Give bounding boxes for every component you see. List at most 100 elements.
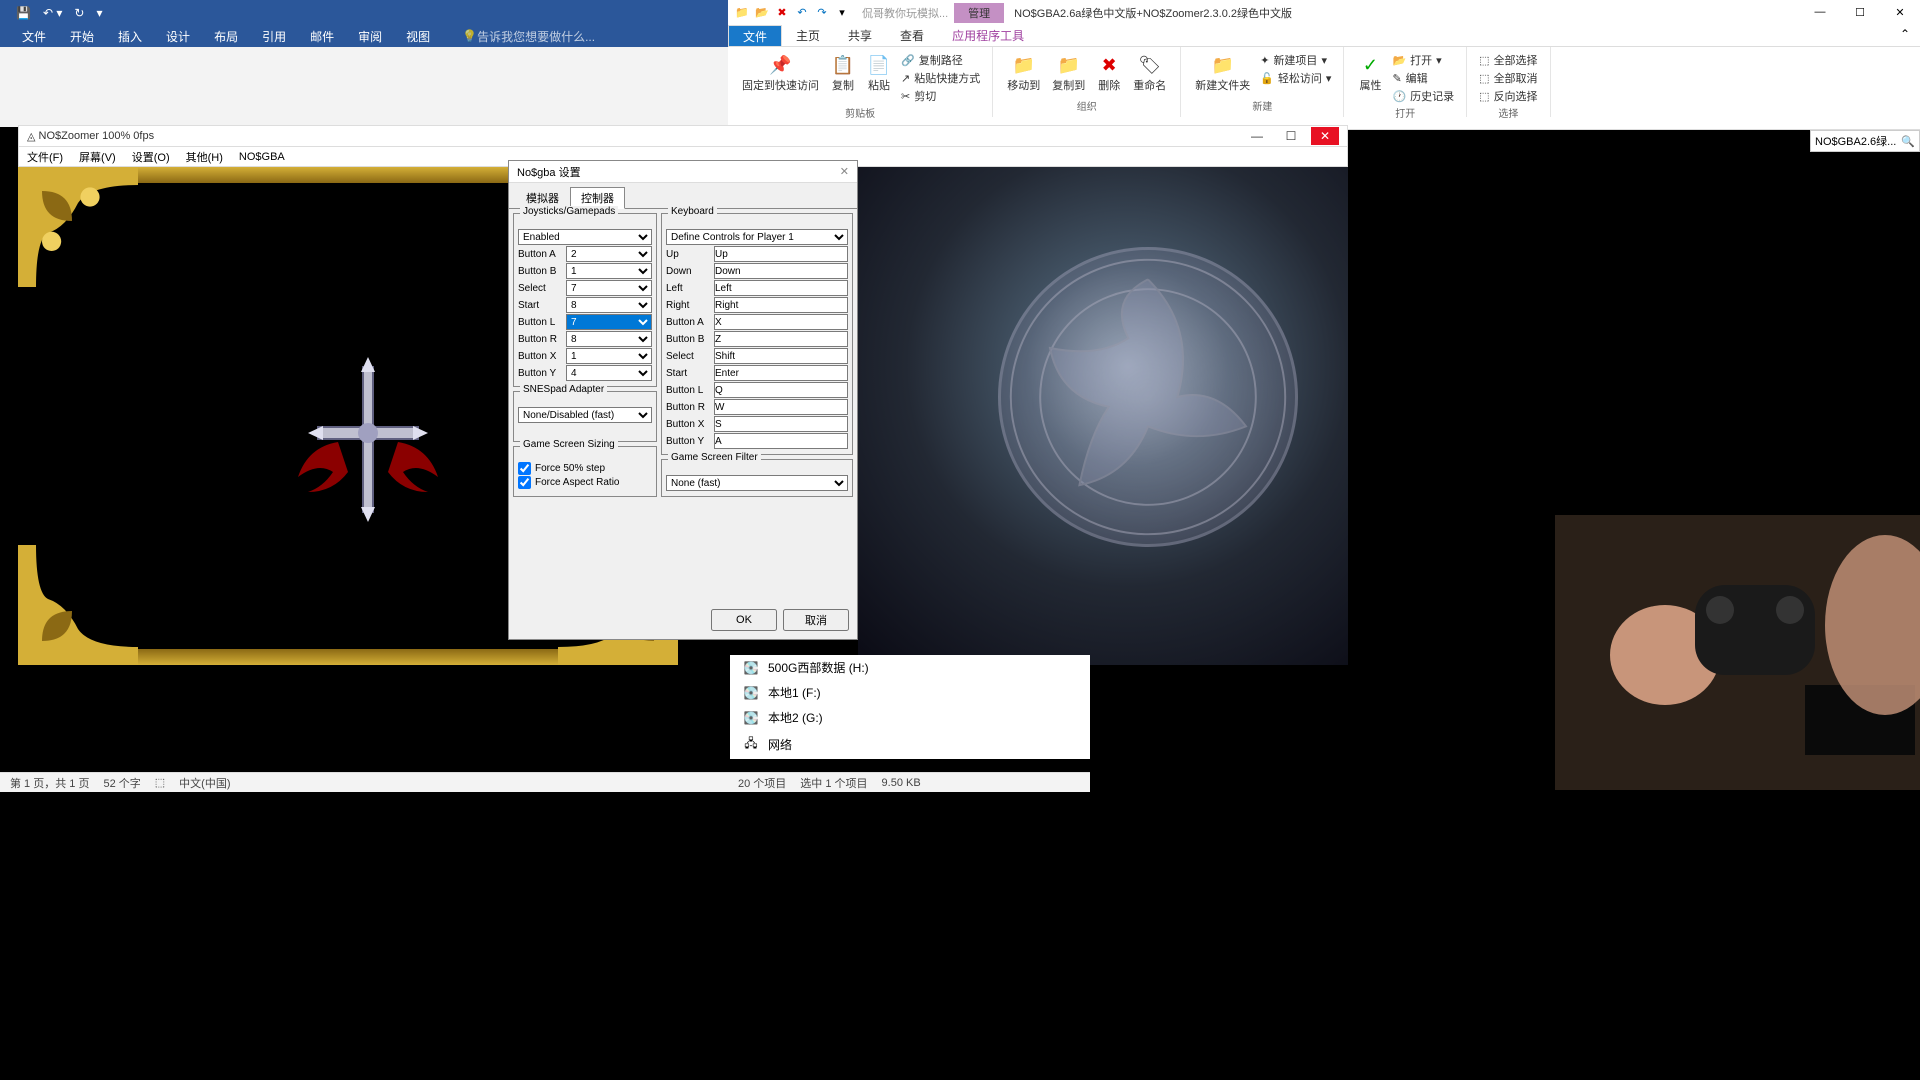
explorer-tab-share[interactable]: 共享 — [834, 25, 886, 46]
rename-button[interactable]: 🏷重命名 — [1127, 51, 1172, 95]
close-button[interactable]: ✕ — [1880, 6, 1920, 19]
kb-input-select[interactable] — [714, 348, 848, 364]
kb-input-a[interactable] — [714, 314, 848, 330]
menu-file[interactable]: 文件(F) — [27, 149, 63, 165]
kb-input-b[interactable] — [714, 331, 848, 347]
joy-select-r[interactable]: 8 — [566, 331, 652, 347]
network-item[interactable]: 🖧网络 — [730, 730, 1090, 759]
joy-select-start[interactable]: 8 — [566, 297, 652, 313]
delete-button[interactable]: ✖删除 — [1091, 51, 1127, 95]
move-to-button[interactable]: 📁移动到 — [1001, 51, 1046, 95]
joy-select-a[interactable]: 2 — [566, 246, 652, 262]
open-button[interactable]: 📂打开 ▾ — [1388, 51, 1458, 69]
drive-item-g[interactable]: 💽本地2 (G:) — [730, 705, 1090, 730]
word-tab-review[interactable]: 审阅 — [358, 28, 382, 45]
kb-input-l[interactable] — [714, 382, 848, 398]
emu-minimize-button[interactable]: — — [1243, 127, 1271, 145]
save-icon[interactable]: 💾 — [16, 6, 31, 20]
kb-input-left[interactable] — [714, 280, 848, 296]
force-aspect-checkbox[interactable] — [518, 476, 531, 489]
undo-icon[interactable]: ↶ ▾ — [43, 6, 62, 20]
drive-item-h[interactable]: 💽500G西部数据 (H:) — [730, 655, 1090, 680]
language-status[interactable]: 中文(中国) — [179, 775, 230, 791]
manage-tab[interactable]: 管理 — [954, 3, 1004, 23]
pin-to-quickaccess-button[interactable]: 📌固定到快速访问 — [736, 51, 825, 105]
copy-to-button[interactable]: 📁复制到 — [1046, 51, 1091, 95]
history-button[interactable]: 🕐历史记录 — [1388, 87, 1458, 105]
joystick-enable-select[interactable]: Enabled — [518, 229, 652, 245]
kb-input-start[interactable] — [714, 365, 848, 381]
maximize-button[interactable]: ☐ — [1840, 6, 1880, 19]
explorer-undo-icon[interactable]: ↶ — [794, 5, 810, 21]
properties-button[interactable]: ✓属性 — [1352, 51, 1388, 105]
word-tab-design[interactable]: 设计 — [166, 28, 190, 45]
tell-me-search[interactable]: 💡 告诉我您想要做什么... — [462, 28, 595, 45]
explorer-redo-icon[interactable]: ↷ — [814, 5, 830, 21]
select-none-button[interactable]: ⬚全部取消 — [1475, 69, 1541, 87]
filter-select[interactable]: None (fast) — [666, 475, 848, 491]
qat-customize-icon[interactable]: ▾ — [96, 6, 102, 20]
joy-select-y[interactable]: 4 — [566, 365, 652, 381]
new-folder-button[interactable]: 📁新建文件夹 — [1189, 51, 1256, 95]
shortcut-icon: ↗ — [901, 72, 910, 85]
new-item-button[interactable]: ✦新建项目 ▾ — [1256, 51, 1335, 69]
word-tab-home[interactable]: 开始 — [70, 28, 94, 45]
snespad-select[interactable]: None/Disabled (fast) — [518, 407, 652, 423]
emu-close-button[interactable]: ✕ — [1311, 127, 1339, 145]
joy-select-l[interactable]: 7 — [566, 314, 652, 330]
paste-button[interactable]: 📄粘贴 — [861, 51, 897, 105]
word-count[interactable]: 52 个字 — [103, 775, 140, 791]
menu-other[interactable]: 其他(H) — [186, 149, 223, 165]
explorer-qat-customize-icon[interactable]: ▾ — [834, 5, 850, 21]
redo-icon[interactable]: ↻ — [74, 6, 84, 20]
explorer-delete-icon[interactable]: ✖ — [774, 5, 790, 21]
cancel-button[interactable]: 取消 — [783, 609, 849, 631]
kb-input-right[interactable] — [714, 297, 848, 313]
menu-screen[interactable]: 屏幕(V) — [79, 149, 116, 165]
paste-shortcut-button[interactable]: ↗粘贴快捷方式 — [897, 69, 984, 87]
lang-mode-icon[interactable]: ⬚ — [155, 776, 165, 789]
word-tab-view[interactable]: 视图 — [406, 28, 430, 45]
edit-button[interactable]: ✎编辑 — [1388, 69, 1458, 87]
force-50-checkbox[interactable] — [518, 462, 531, 475]
emu-maximize-button[interactable]: ☐ — [1277, 127, 1305, 145]
define-controls-select[interactable]: Define Controls for Player 1 — [666, 229, 848, 245]
menu-settings[interactable]: 设置(O) — [132, 149, 170, 165]
dialog-titlebar[interactable]: No$gba 设置 ✕ — [509, 161, 857, 183]
word-tab-references[interactable]: 引用 — [262, 28, 286, 45]
menu-nosgba[interactable]: NO$GBA — [239, 151, 285, 163]
word-tab-file[interactable]: 文件 — [22, 28, 46, 45]
explorer-open-icon[interactable]: 📂 — [754, 5, 770, 21]
explorer-tab-view[interactable]: 查看 — [886, 25, 938, 46]
explorer-search-box[interactable]: NO$GBA2.6绿... 🔍 — [1810, 130, 1920, 152]
collapse-ribbon-icon[interactable]: ⌃ — [1890, 25, 1920, 46]
kb-input-x[interactable] — [714, 416, 848, 432]
invert-selection-button[interactable]: ⬚反向选择 — [1475, 87, 1541, 105]
joy-select-select[interactable]: 7 — [566, 280, 652, 296]
search-icon[interactable]: 🔍 — [1901, 135, 1915, 148]
explorer-folder-icon[interactable]: 📁 — [734, 5, 750, 21]
cut-button[interactable]: ✂剪切 — [897, 87, 984, 105]
easy-access-button[interactable]: 🔓轻松访问 ▾ — [1256, 69, 1335, 87]
page-count[interactable]: 第 1 页，共 1 页 — [10, 775, 89, 791]
ok-button[interactable]: OK — [711, 609, 777, 631]
copy-button[interactable]: 📋复制 — [825, 51, 861, 105]
drive-item-f[interactable]: 💽本地1 (F:) — [730, 680, 1090, 705]
select-all-button[interactable]: ⬚全部选择 — [1475, 51, 1541, 69]
joy-select-x[interactable]: 1 — [566, 348, 652, 364]
word-tab-mailings[interactable]: 邮件 — [310, 28, 334, 45]
joy-select-b[interactable]: 1 — [566, 263, 652, 279]
explorer-tab-file[interactable]: 文件 — [728, 25, 782, 46]
minimize-button[interactable]: — — [1800, 6, 1840, 19]
dialog-close-button[interactable]: ✕ — [840, 165, 849, 178]
explorer-tab-apptools[interactable]: 应用程序工具 — [938, 25, 1038, 46]
word-tab-insert[interactable]: 插入 — [118, 28, 142, 45]
word-tab-layout[interactable]: 布局 — [214, 28, 238, 45]
explorer-tab-home[interactable]: 主页 — [782, 25, 834, 46]
emulator-titlebar[interactable]: ◬ NO$Zoomer 100% 0fps — ☐ ✕ — [18, 125, 1348, 147]
kb-input-r[interactable] — [714, 399, 848, 415]
copy-path-button[interactable]: 🔗复制路径 — [897, 51, 984, 69]
kb-input-up[interactable] — [714, 246, 848, 262]
kb-input-y[interactable] — [714, 433, 848, 449]
kb-input-down[interactable] — [714, 263, 848, 279]
